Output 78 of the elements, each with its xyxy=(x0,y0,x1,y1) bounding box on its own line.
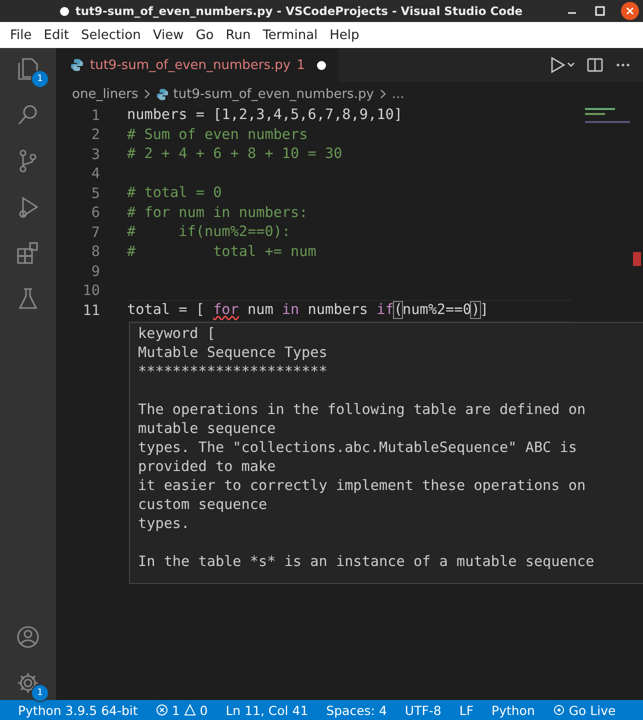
code-token: # if(num%2==0): xyxy=(127,224,291,240)
menu-item[interactable]: Terminal xyxy=(256,28,324,42)
hover-text: provided to make xyxy=(138,458,277,477)
menu-item[interactable]: Selection xyxy=(74,28,147,42)
status-item[interactable]: Python xyxy=(482,702,544,718)
line-number: 3 xyxy=(90,146,101,163)
python-file-icon xyxy=(70,58,84,72)
warning-icon xyxy=(184,704,196,716)
account-icon[interactable] xyxy=(15,624,41,650)
notification-badge: 1 xyxy=(31,70,49,88)
line-number: 11 xyxy=(82,302,101,319)
chevron-right-icon xyxy=(378,88,388,100)
code-token: ] xyxy=(480,302,489,318)
line-number: 2 xyxy=(90,127,101,144)
hover-text: types. The "collections.abc.MutableSequence" ABC is xyxy=(138,439,578,458)
code-token: total = [ xyxy=(127,302,206,318)
status-item[interactable]: Spaces: 4 xyxy=(317,702,396,718)
code-token: # Sum of even numbers xyxy=(127,126,308,142)
line-number: 9 xyxy=(90,264,101,280)
hover-text: it easier to correctly implement these operations on xyxy=(138,477,587,496)
editor-tab[interactable]: tut9-sum_of_even_numbers.py 1 xyxy=(56,48,338,82)
status-item[interactable]: LF xyxy=(450,702,483,718)
breadcrumb-item[interactable]: one_liners xyxy=(72,86,138,102)
code-token: # total = 0 xyxy=(127,185,222,201)
hover-text: mutable sequence xyxy=(138,420,277,439)
error-icon xyxy=(156,704,168,716)
window-title: tut9-sum_of_even_numbers.py - VSCodeProjects - Visual Studio Code xyxy=(75,4,523,18)
menu-item[interactable]: View xyxy=(146,28,190,42)
hover-text: keyword [ xyxy=(138,325,216,344)
line-number: 4 xyxy=(90,166,101,182)
problems-status[interactable]: 1 0 xyxy=(146,702,217,718)
status-item[interactable]: Ln 11, Col 41 xyxy=(216,702,318,718)
code-token: numbers = [1,2,3,4,5,6,7,8,9,10] xyxy=(127,107,402,123)
maximize-icon[interactable] xyxy=(593,4,607,18)
menu-item[interactable]: File xyxy=(4,28,38,42)
code-token: # total += num xyxy=(127,244,316,260)
line-number: 10 xyxy=(82,283,101,300)
code-token: # for num in numbers: xyxy=(127,204,308,220)
settings-icon[interactable] xyxy=(15,670,41,696)
line-number: 6 xyxy=(90,205,101,222)
line-number: 7 xyxy=(90,224,101,241)
code-token: if xyxy=(376,302,394,318)
menu-item[interactable]: Help xyxy=(324,28,366,42)
code-token: ( xyxy=(394,302,402,318)
run-icon[interactable] xyxy=(549,56,575,74)
code-token: # 2 + 4 + 6 + 8 + 10 = 30 xyxy=(127,146,342,162)
code-token: num xyxy=(246,302,274,318)
hover-text: Mutable Sequence Types xyxy=(138,344,328,363)
status-item[interactable]: UTF-8 xyxy=(396,702,450,718)
code-token: num%2==0 xyxy=(402,302,472,318)
code-token: numbers xyxy=(306,302,370,318)
menu-item[interactable]: Go xyxy=(190,28,220,42)
menu-item[interactable]: Edit xyxy=(38,28,75,42)
hover-text: In the table *s* is an instance of a mutable sequence xyxy=(138,553,596,572)
hover-text: ********************** xyxy=(138,363,328,382)
broadcast-icon xyxy=(552,704,565,716)
line-number: 8 xyxy=(90,244,101,260)
hover-text: custom sequence xyxy=(138,496,268,515)
breadcrumb-item[interactable]: tut9-sum_of_even_numbers.py xyxy=(173,86,374,102)
status-item[interactable]: Python 3.9.5 64-bit xyxy=(0,702,147,718)
line-number: 1 xyxy=(90,108,101,124)
extensions-icon[interactable] xyxy=(15,240,41,266)
close-icon[interactable] xyxy=(621,2,639,20)
chevron-right-icon xyxy=(142,88,152,100)
code-token: for xyxy=(213,302,239,318)
hover-text: The operations in the following table are defined on xyxy=(138,401,587,420)
code-token: ) xyxy=(471,302,480,318)
split-editor-icon[interactable] xyxy=(587,57,603,73)
python-file-icon xyxy=(156,88,170,100)
files-icon[interactable] xyxy=(15,56,41,82)
notification-badge: 1 xyxy=(31,684,49,702)
breadcrumb-item[interactable]: ... xyxy=(392,86,404,102)
code-token: in xyxy=(282,302,300,318)
line-number: 5 xyxy=(90,186,101,202)
scrollbar-marker xyxy=(633,252,641,266)
hover-text: types. xyxy=(138,515,191,534)
menu-item[interactable]: Run xyxy=(220,28,257,42)
go-live-button[interactable]: Go Live xyxy=(544,702,625,718)
